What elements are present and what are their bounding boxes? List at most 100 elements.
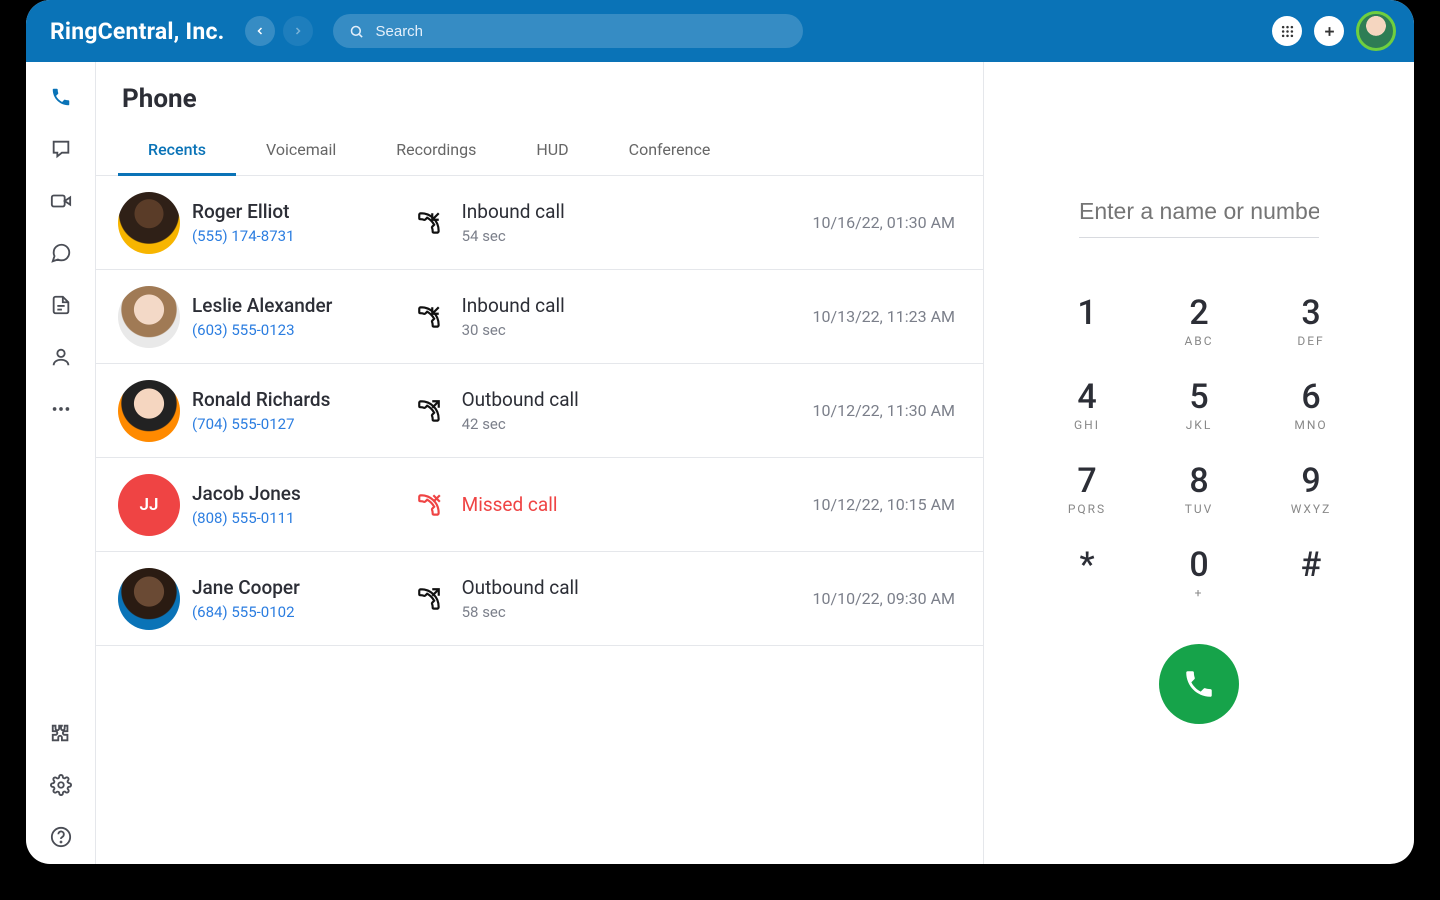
rail-settings[interactable] [48,772,74,798]
nav-arrows [245,16,313,46]
dialpad-button[interactable] [1272,16,1302,46]
tab-conference[interactable]: Conference [599,128,741,175]
contact-name: Jane Cooper [192,576,414,599]
call-type: Outbound call [462,388,722,411]
contact-number[interactable]: (704) 555-0127 [192,415,414,433]
call-row[interactable]: Leslie Alexander (603) 555-0123 Inbound ca… [96,270,983,364]
key-digit: 9 [1301,464,1320,498]
contact-number[interactable]: (603) 555-0123 [192,321,414,339]
call-row[interactable]: Roger Elliot(555) 174-8731 Inbound call54… [96,176,983,270]
key-letters: MNO [1294,418,1327,432]
key-#[interactable]: # [1255,532,1367,616]
dialer-input[interactable] [1079,192,1319,238]
note-icon [50,294,72,316]
contact-number[interactable]: (684) 555-0102 [192,603,414,621]
search-input[interactable] [374,22,787,41]
tab-recents[interactable]: Recents [118,128,236,176]
nav-forward-button[interactable] [283,16,313,46]
rail-help[interactable] [48,824,74,850]
call-direction-icon [414,396,444,426]
call-row[interactable]: Ronald Richards (704) 555-0127 Outbound ca… [96,364,983,458]
rail-extensions[interactable] [48,720,74,746]
contact-avatar [118,380,180,442]
rail-text[interactable] [48,240,74,266]
rail-video[interactable] [48,188,74,214]
rail-phone[interactable] [48,84,74,110]
call-info: Inbound call54 sec [456,200,722,245]
key-digit: 5 [1189,380,1208,414]
call-time: 10/12/22, 10:15 AM [721,495,963,514]
contact-number[interactable]: (555) 174-8731 [192,227,414,245]
tab-recordings[interactable]: Recordings [366,128,506,175]
key-digit: # [1301,548,1322,582]
nav-back-button[interactable] [245,16,275,46]
contact-avatar [118,192,180,254]
search-bar[interactable] [333,14,803,48]
contact-name: Ronald Richards [192,388,414,411]
chevron-left-icon [254,25,266,37]
contact-info: Jane Cooper (684) 555-0102 [172,576,414,621]
phone-icon [50,86,72,108]
call-row[interactable]: JJJacob Jones(808) 555-0111Missed call10… [96,458,983,552]
call-type: Outbound call [462,576,722,599]
key-5[interactable]: 5 JKL [1143,364,1255,448]
chevron-right-icon [292,25,304,37]
rail-notes[interactable] [48,292,74,318]
rail-messages[interactable] [48,136,74,162]
key-letters: PQRS [1068,502,1106,516]
key-3[interactable]: 3DEF [1255,280,1367,364]
page-title: Phone [96,62,983,128]
contact-info: Ronald Richards (704) 555-0127 [172,388,414,433]
header-actions [1272,11,1396,51]
key-letters: JKL [1186,418,1213,432]
rail-more[interactable] [48,396,74,422]
key-digit: 6 [1301,380,1320,414]
call-duration: 58 sec [462,603,722,621]
contact-avatar [118,568,180,630]
key-letters: WXYZ [1291,502,1332,516]
key-letters: GHI [1074,418,1100,432]
call-info: Outbound call 58 sec [456,576,722,621]
body: Phone RecentsVoicemailRecordingsHUDConfe… [26,62,1414,864]
key-digit: 2 [1189,296,1208,330]
key-letters: + [1195,586,1204,600]
add-button[interactable] [1314,16,1344,46]
tabs: RecentsVoicemailRecordingsHUDConference [96,128,983,176]
tab-hud[interactable]: HUD [506,128,598,175]
key-*[interactable]: * [1031,532,1143,616]
gear-icon [50,774,72,796]
call-time: 10/16/22, 01:30 AM [721,213,963,232]
contact-number[interactable]: (808) 555-0111 [192,509,414,527]
tab-voicemail[interactable]: Voicemail [236,128,366,175]
call-duration: 54 sec [462,227,722,245]
call-row[interactable]: Jane Cooper (684) 555-0102 Outbound call 58… [96,552,983,646]
contact-name: Leslie Alexander [192,294,414,317]
key-7[interactable]: 7 PQRS [1031,448,1143,532]
key-9[interactable]: 9 WXYZ [1255,448,1367,532]
header-bar: RingCentral, Inc. [26,0,1414,62]
key-8[interactable]: 8TUV [1143,448,1255,532]
phone-icon [1182,667,1216,701]
contact-info: Roger Elliot(555) 174-8731 [172,200,414,245]
key-digit: 1 [1077,296,1096,330]
call-button[interactable] [1159,644,1239,724]
call-duration: 30 sec [462,321,722,339]
key-letters: TUV [1185,502,1214,516]
user-icon [50,346,72,368]
contact-avatar [118,286,180,348]
rail-contacts[interactable] [48,344,74,370]
key-digit: 3 [1301,296,1320,330]
call-direction-icon [414,302,444,332]
key-4[interactable]: 4 GHI [1031,364,1143,448]
profile-avatar[interactable] [1356,11,1396,51]
key-6[interactable]: 6 MNO [1255,364,1367,448]
key-digit: 4 [1077,380,1096,414]
key-digit: 7 [1077,464,1096,498]
key-1[interactable]: 1 [1031,280,1143,364]
center-panel: Phone RecentsVoicemailRecordingsHUDConfe… [96,62,984,864]
key-2[interactable]: 2ABC [1143,280,1255,364]
dialer-keypad: 1 2ABC3DEF 4 GHI 5 JKL 6 MNO 7 PQRS 8TUV 9 WXYZ *0+ # [1031,280,1367,616]
call-type: Inbound call [462,294,722,317]
key-0[interactable]: 0+ [1143,532,1255,616]
chat-icon [50,138,72,160]
